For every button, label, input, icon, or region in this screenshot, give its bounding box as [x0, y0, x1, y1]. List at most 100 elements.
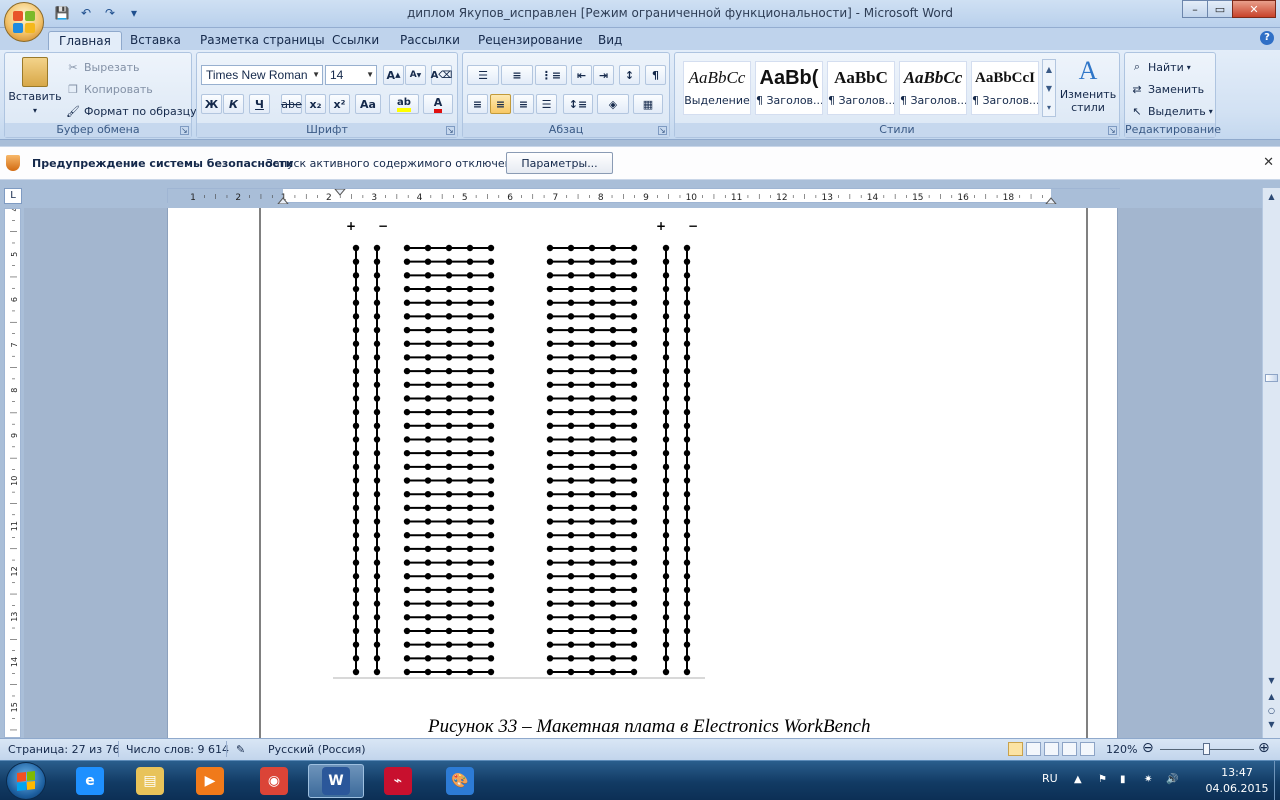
change-styles-button[interactable]: A Изменить стили [1059, 57, 1117, 115]
power-icon[interactable]: ▮ [1120, 774, 1132, 786]
minimize-button[interactable]: – [1182, 0, 1208, 18]
shading-button[interactable]: ◈ [597, 94, 629, 114]
clipboard-launcher-icon[interactable]: ↘ [180, 126, 189, 135]
bullets-button[interactable]: ☰ [467, 65, 499, 85]
tab-insert[interactable]: Вставка [120, 31, 191, 50]
document-area[interactable]: + − + − Рисунок 33 – Макетная плата в Elect… [24, 208, 1262, 738]
browse-object-icon[interactable]: ○ [1265, 706, 1278, 719]
web-layout-view-icon[interactable] [1044, 742, 1059, 756]
italic-button[interactable]: К [223, 94, 244, 114]
taskbar-app-media-player[interactable]: ▶ [182, 764, 238, 798]
zoom-slider-thumb[interactable] [1203, 743, 1210, 755]
scroll-up-icon[interactable]: ▲ [1265, 192, 1278, 205]
font-size-select[interactable]: 14 ▼ [325, 65, 377, 85]
tab-review[interactable]: Рецензирование [468, 31, 593, 50]
replace-button[interactable]: ⇄ Заменить [1129, 81, 1204, 97]
cut-button[interactable]: ✂ Вырезать [65, 59, 139, 75]
font-family-select[interactable]: Times New Roman ▼ [201, 65, 323, 85]
close-warning-icon[interactable]: ✕ [1263, 155, 1274, 170]
show-marks-button[interactable]: ¶ [645, 65, 666, 85]
undo-icon[interactable]: ↶ [76, 4, 96, 22]
scroll-down-icon[interactable]: ▼ [1265, 676, 1278, 689]
change-case-button[interactable]: Aa [355, 94, 381, 114]
zoom-in-icon[interactable]: ⊕ [1258, 740, 1270, 756]
justify-button[interactable]: ☰ [536, 94, 557, 114]
taskbar-app-word[interactable]: W [308, 764, 364, 798]
styles-launcher-icon[interactable]: ↘ [1108, 126, 1117, 135]
strikethrough-button[interactable]: abe [281, 94, 302, 114]
outline-view-icon[interactable] [1062, 742, 1077, 756]
volume-icon[interactable]: 🔊 [1166, 774, 1178, 786]
clock[interactable]: 13:47 04.06.2015 [1202, 765, 1272, 797]
taskbar-app-chrome[interactable]: ◉ [246, 764, 302, 798]
tab-view[interactable]: Вид [588, 31, 632, 50]
tab-page-layout[interactable]: Разметка страницы [190, 31, 335, 50]
grow-font-button[interactable]: A ▲ [383, 65, 404, 85]
spellcheck-icon[interactable]: ✎ [236, 743, 245, 756]
decrease-indent-button[interactable]: ⇤ [571, 65, 592, 85]
close-button[interactable]: ✕ [1232, 0, 1276, 18]
start-button[interactable] [6, 762, 46, 800]
align-center-button[interactable]: ≡ [490, 94, 511, 114]
clear-format-button[interactable]: A⌫ [431, 65, 452, 85]
shrink-font-button[interactable]: A ▼ [405, 65, 426, 85]
office-button[interactable] [4, 2, 44, 42]
print-layout-view-icon[interactable] [1008, 742, 1023, 756]
style-heading-4[interactable]: AaBbCcI ¶ Заголов... [971, 61, 1039, 115]
redo-icon[interactable]: ↷ [100, 4, 120, 22]
scroll-thumb[interactable] [1265, 374, 1278, 382]
subscript-button[interactable]: x₂ [305, 94, 326, 114]
draft-view-icon[interactable] [1080, 742, 1095, 756]
borders-button[interactable]: ▦ [633, 94, 663, 114]
style-heading-1[interactable]: AaBb( ¶ Заголов... [755, 61, 823, 115]
prev-page-icon[interactable]: ▲ [1265, 692, 1278, 705]
font-color-button[interactable]: A [423, 94, 453, 114]
next-page-icon[interactable]: ▼ [1265, 720, 1278, 733]
taskbar-app-explorer[interactable]: ▤ [122, 764, 178, 798]
styles-scroll[interactable]: ▲ ▼ ▾ [1042, 59, 1056, 117]
tab-home[interactable]: Главная [48, 31, 122, 50]
show-desktop-button[interactable] [1274, 761, 1280, 800]
align-left-button[interactable]: ≡ [467, 94, 488, 114]
word-count[interactable]: Число слов: 9 614 [126, 743, 229, 756]
paragraph-launcher-icon[interactable]: ↘ [658, 126, 667, 135]
taskbar-app-internet-explorer[interactable]: e [62, 764, 118, 798]
page[interactable]: + − + − Рисунок 33 – Макетная плата в Elect… [167, 208, 1118, 738]
network-icon[interactable]: ✷ [1144, 774, 1156, 786]
taskbar-app-electronics-workbench[interactable]: ⌁ [370, 764, 426, 798]
increase-indent-button[interactable]: ⇥ [593, 65, 614, 85]
maximize-button[interactable]: ▭ [1207, 0, 1233, 18]
tab-mailings[interactable]: Рассылки [390, 31, 470, 50]
select-button[interactable]: ↖ Выделить ▾ [1129, 103, 1212, 119]
style-emphasis[interactable]: AaBbCc Выделение [683, 61, 751, 115]
sort-button[interactable]: ↕ [619, 65, 640, 85]
horizontal-ruler[interactable]: 121234567891011121314151618 [167, 188, 1121, 205]
highlight-button[interactable]: ab [389, 94, 419, 114]
style-heading-2[interactable]: AaBbC ¶ Заголов... [827, 61, 895, 115]
line-spacing-button[interactable]: ↕≡ [563, 94, 593, 114]
vertical-ruler[interactable]: 4 5 6 7 8 9 10 11 12 13 14 15 [4, 206, 21, 742]
action-center-icon[interactable]: ⚑ [1098, 774, 1110, 786]
format-painter-button[interactable]: 🖌 Формат по образцу [65, 103, 197, 119]
tab-references[interactable]: Ссылки [322, 31, 389, 50]
zoom-level[interactable]: 120% [1106, 743, 1137, 756]
multilevel-list-button[interactable]: ⋮≡ [535, 65, 567, 85]
language-indicator[interactable]: Русский (Россия) [268, 743, 366, 756]
help-icon[interactable]: ? [1260, 31, 1274, 45]
underline-button[interactable]: Ч [249, 94, 270, 114]
input-language[interactable]: RU [1042, 772, 1058, 785]
paste-button[interactable]: Вставить ▾ [8, 57, 62, 115]
customize-qat-icon[interactable]: ▾ [124, 4, 144, 22]
tab-selector[interactable]: L [4, 188, 22, 204]
copy-button[interactable]: ❐ Копировать [65, 81, 153, 97]
find-button[interactable]: ⌕ Найти ▾ [1129, 59, 1191, 75]
full-screen-view-icon[interactable] [1026, 742, 1041, 756]
taskbar-app-paint[interactable]: 🎨 [432, 764, 488, 798]
zoom-out-icon[interactable]: ⊖ [1142, 740, 1154, 756]
vertical-scrollbar[interactable]: ▲ ▼ ▲ ○ ▼ [1262, 188, 1280, 738]
font-launcher-icon[interactable]: ↘ [446, 126, 455, 135]
superscript-button[interactable]: x² [329, 94, 350, 114]
bold-button[interactable]: Ж [201, 94, 222, 114]
first-line-indent-marker[interactable] [333, 188, 347, 196]
save-icon[interactable]: 💾 [52, 4, 72, 22]
